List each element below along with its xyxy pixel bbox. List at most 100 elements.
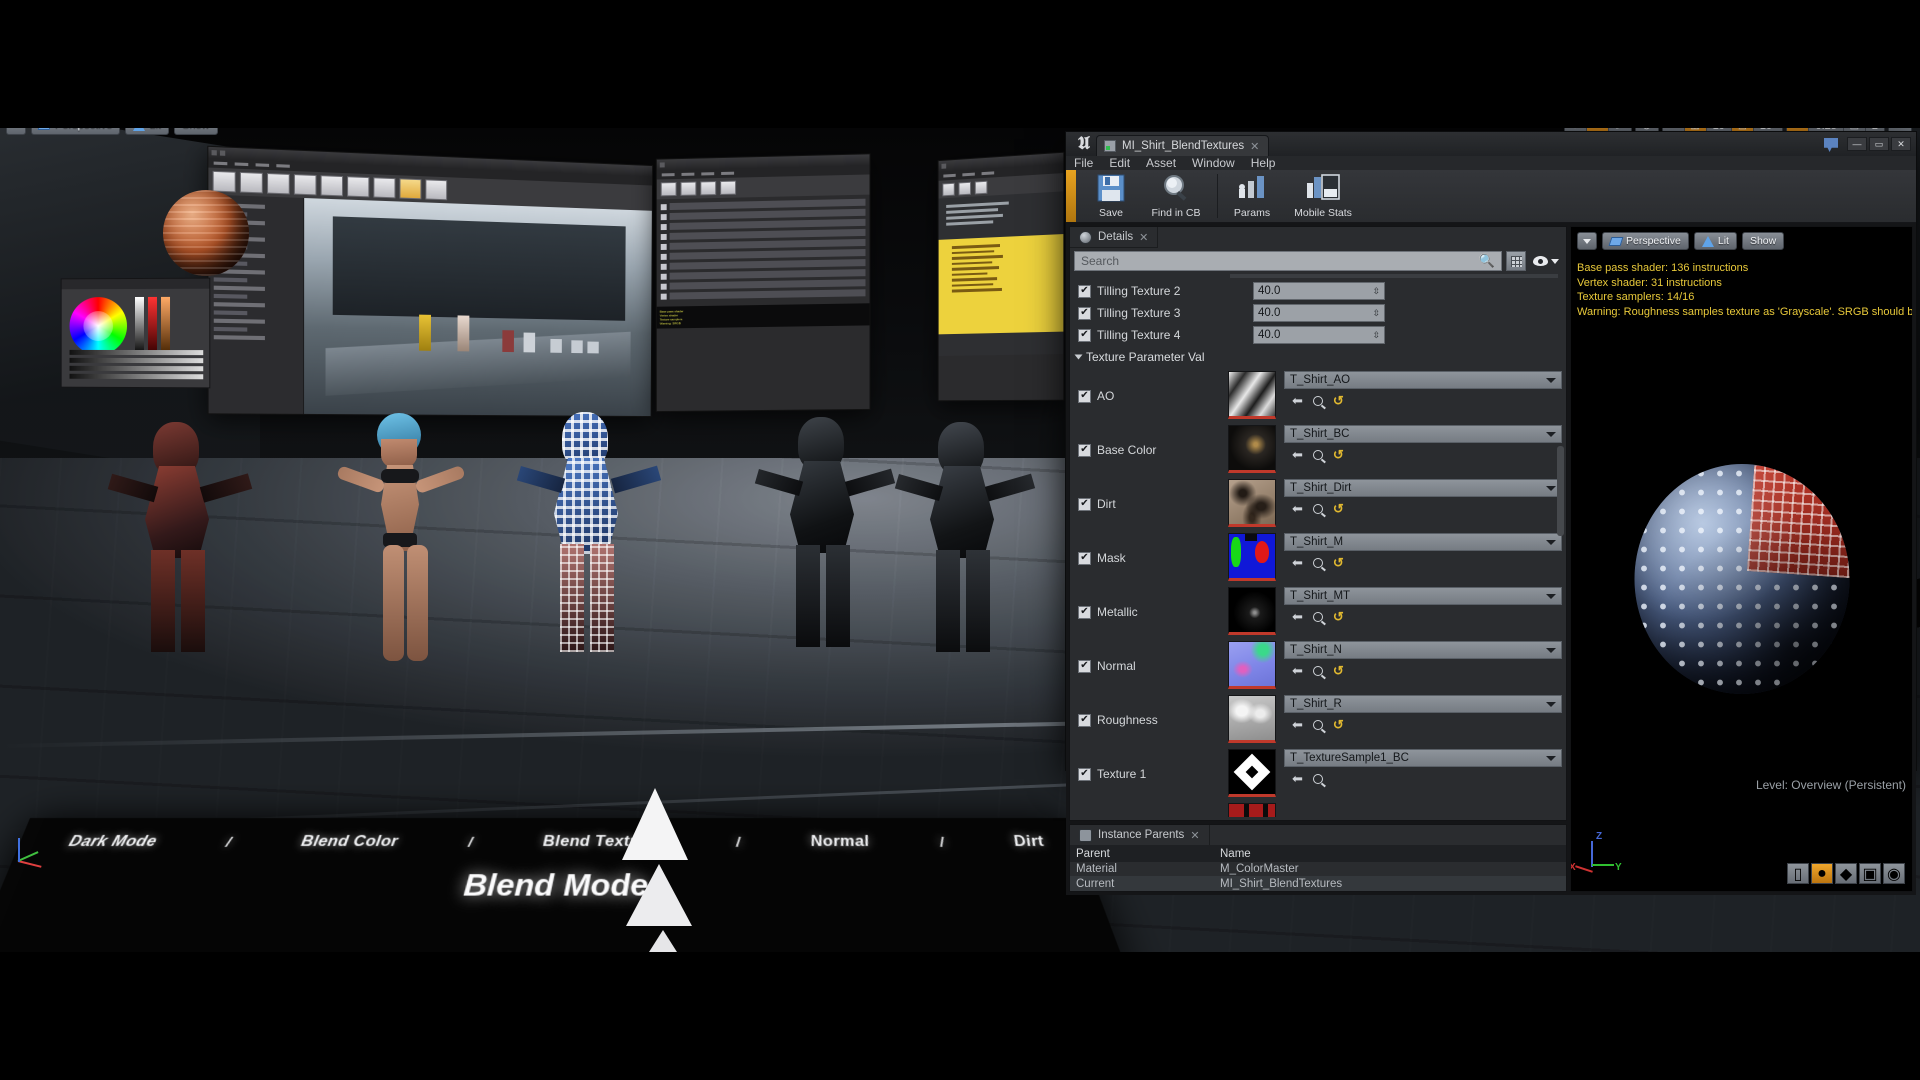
expand-triangle-icon[interactable] — [1074, 354, 1083, 360]
reset-to-default-icon[interactable]: ↺ — [1333, 394, 1344, 407]
use-selected-asset-icon[interactable]: ⬅ — [1292, 772, 1303, 785]
search-input[interactable]: Search 🔍 — [1074, 251, 1502, 271]
browse-to-asset-icon[interactable] — [1312, 773, 1323, 784]
reset-to-default-icon[interactable]: ↺ — [1333, 610, 1344, 623]
texture-asset-combobox[interactable]: T_TextureSample1_BC — [1284, 749, 1562, 767]
texture-thumbnail[interactable] — [1228, 803, 1276, 817]
use-selected-asset-icon[interactable]: ⬅ — [1292, 556, 1303, 569]
custom-mesh-preview-button[interactable]: ◉ — [1883, 863, 1905, 884]
texture-param-row[interactable]: ✔ Base Color T_Shirt_BC ⬅ ↺ — [1070, 422, 1566, 476]
preview-show-button[interactable]: Show — [1741, 232, 1785, 250]
texture-thumbnail[interactable] — [1228, 749, 1276, 797]
editor-document-tab[interactable]: MI_Shirt_BlendTextures ✕ — [1096, 135, 1270, 156]
param-checkbox[interactable]: ✔ — [1078, 659, 1091, 673]
spinner-icon[interactable]: ⇳ — [1372, 308, 1380, 319]
editor-toolbar[interactable]: Save Find in CB Params Mobile Stats — [1066, 170, 1916, 223]
menu-edit[interactable]: Edit — [1109, 156, 1130, 170]
texture-param-row[interactable]: ✔ Normal T_Shirt_N ⬅ ↺ — [1070, 638, 1566, 692]
texture-thumbnail[interactable] — [1228, 641, 1276, 689]
texture-asset-combobox[interactable]: T_Shirt_MT — [1284, 587, 1562, 605]
cylinder-preview-button[interactable]: ▯ — [1787, 863, 1809, 884]
preview-options-button[interactable] — [1577, 232, 1597, 250]
preview-shape-buttons[interactable]: ▯ ● ◆ ▣ ◉ — [1787, 863, 1905, 884]
texture-param-row[interactable]: ✔ AO T_Shirt_AO ⬅ ↺ — [1070, 368, 1566, 422]
maximize-button[interactable]: ▭ — [1869, 137, 1889, 151]
texture-asset-combobox[interactable]: T_Shirt_R — [1284, 695, 1562, 713]
menu-file[interactable]: File — [1074, 156, 1093, 170]
param-checkbox[interactable]: ✔ — [1078, 605, 1091, 619]
preview-perspective-button[interactable]: Perspective — [1602, 232, 1689, 250]
material-preview-viewport[interactable]: Perspective Lit Show Base pass shader: 1… — [1570, 226, 1913, 892]
param-checkbox[interactable]: ✔ — [1078, 389, 1091, 403]
pin-icon[interactable] — [1824, 138, 1838, 152]
editor-menubar[interactable]: File Edit Asset Window Help — [1066, 156, 1916, 170]
menu-asset[interactable]: Asset — [1146, 156, 1176, 170]
close-icon[interactable]: ✕ — [1250, 140, 1259, 153]
details-parameter-list[interactable]: ✔ Tilling Texture 2 40.0 ⇳ ✔ Tilling Tex… — [1070, 274, 1566, 820]
cube-preview-button[interactable]: ▣ — [1859, 863, 1881, 884]
viewport-toolbar-left[interactable]: Perspective Lit Show — [6, 128, 218, 135]
param-checkbox[interactable]: ✔ — [1078, 443, 1091, 457]
texture-param-row[interactable]: ✔ Dirt T_Shirt_Dirt ⬅ ↺ — [1070, 476, 1566, 530]
spinner-icon[interactable]: ⇳ — [1372, 330, 1380, 341]
texture-asset-combobox[interactable]: T_Shirt_M — [1284, 533, 1562, 551]
table-row[interactable]: Current MI_Shirt_BlendTextures — [1070, 876, 1566, 891]
param-checkbox[interactable]: ✔ — [1078, 767, 1091, 781]
reset-to-default-icon[interactable]: ↺ — [1333, 502, 1344, 515]
use-selected-asset-icon[interactable]: ⬅ — [1292, 610, 1303, 623]
details-tab[interactable]: Details ✕ — [1070, 227, 1159, 248]
param-checkbox[interactable]: ✔ — [1078, 284, 1091, 298]
browse-to-asset-icon[interactable] — [1312, 503, 1323, 514]
menu-window[interactable]: Window — [1192, 156, 1235, 170]
plane-preview-button[interactable]: ◆ — [1835, 863, 1857, 884]
instance-parents-close-icon[interactable]: ✕ — [1190, 829, 1199, 842]
param-value-input[interactable]: 40.0 ⇳ — [1253, 304, 1385, 322]
texture-asset-combobox[interactable]: T_Shirt_Dirt — [1284, 479, 1562, 497]
params-button[interactable]: Params — [1223, 170, 1281, 222]
texture-param-row[interactable]: ✔ Texture 1 T_TextureSample1_BC ⬅ — [1070, 746, 1566, 800]
scalar-param-row[interactable]: ✔ Tilling Texture 2 40.0 ⇳ — [1070, 280, 1566, 302]
viewport-lit-button[interactable]: Lit — [125, 128, 170, 135]
spinner-icon[interactable]: ⇳ — [1372, 286, 1380, 297]
reset-to-default-icon[interactable]: ↺ — [1333, 664, 1344, 677]
viewport-perspective-button[interactable]: Perspective — [31, 128, 121, 135]
mobile-stats-button[interactable]: Mobile Stats — [1281, 170, 1365, 222]
param-value-input[interactable]: 40.0 ⇳ — [1253, 326, 1385, 344]
browse-to-asset-icon[interactable] — [1312, 395, 1323, 406]
texture-thumbnail[interactable] — [1228, 533, 1276, 581]
window-controls[interactable]: — ▭ ✕ — [1847, 137, 1911, 151]
sphere-preview-button[interactable]: ● — [1811, 863, 1833, 884]
details-tab-close-icon[interactable]: ✕ — [1139, 231, 1148, 244]
viewport-show-button[interactable]: Show — [174, 128, 218, 135]
find-in-cb-button[interactable]: Find in CB — [1140, 170, 1212, 222]
browse-to-asset-icon[interactable] — [1312, 557, 1323, 568]
preview-sphere-mesh[interactable] — [1634, 463, 1849, 694]
texture-parameter-group-header[interactable]: Texture Parameter Val — [1070, 346, 1566, 368]
instance-parents-tab[interactable]: Instance Parents ✕ — [1070, 825, 1210, 846]
texture-thumbnail[interactable] — [1228, 587, 1276, 635]
param-checkbox[interactable]: ✔ — [1078, 713, 1091, 727]
preview-toolbar[interactable]: Perspective Lit Show — [1577, 232, 1785, 250]
preview-lit-button[interactable]: Lit — [1693, 232, 1737, 250]
details-scrollbar[interactable] — [1557, 446, 1564, 536]
texture-param-row-clipped[interactable] — [1070, 800, 1566, 820]
scalar-param-row[interactable]: ✔ Tilling Texture 4 40.0 ⇳ — [1070, 324, 1566, 346]
texture-param-row[interactable]: ✔ Mask T_Shirt_M ⬅ ↺ — [1070, 530, 1566, 584]
minimize-button[interactable]: — — [1847, 137, 1867, 151]
use-selected-asset-icon[interactable]: ⬅ — [1292, 718, 1303, 731]
texture-thumbnail[interactable] — [1228, 425, 1276, 473]
texture-asset-combobox[interactable]: T_Shirt_BC — [1284, 425, 1562, 443]
use-selected-asset-icon[interactable]: ⬅ — [1292, 394, 1303, 407]
close-button[interactable]: ✕ — [1891, 137, 1911, 151]
param-checkbox[interactable]: ✔ — [1078, 306, 1091, 320]
browse-to-asset-icon[interactable] — [1312, 665, 1323, 676]
menu-help[interactable]: Help — [1251, 156, 1276, 170]
reset-to-default-icon[interactable]: ↺ — [1333, 556, 1344, 569]
use-selected-asset-icon[interactable]: ⬅ — [1292, 664, 1303, 677]
texture-asset-combobox[interactable]: T_Shirt_N — [1284, 641, 1562, 659]
browse-to-asset-icon[interactable] — [1312, 449, 1323, 460]
table-row[interactable]: Material M_ColorMaster — [1070, 862, 1566, 877]
material-instance-editor-window[interactable]: 𝖀 MI_Shirt_BlendTextures ✕ — ▭ ✕ File Ed… — [1065, 131, 1917, 895]
texture-asset-combobox[interactable]: T_Shirt_AO — [1284, 371, 1562, 389]
param-checkbox[interactable]: ✔ — [1078, 328, 1091, 342]
